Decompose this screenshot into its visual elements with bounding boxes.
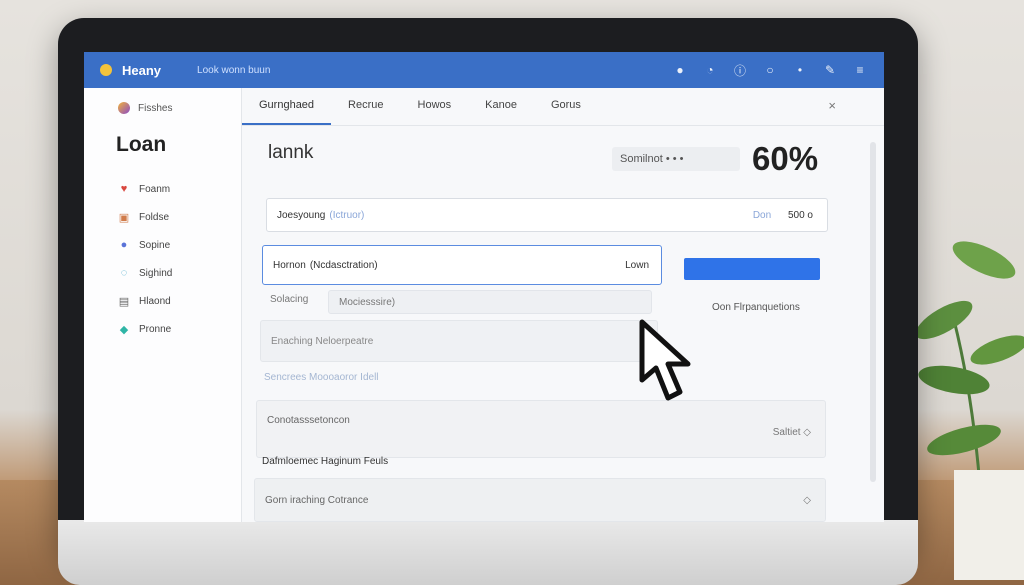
field-label: Joesyoung [277, 209, 326, 221]
gorn-panel[interactable]: Gorn iraching Cotrance ◇ [254, 478, 826, 522]
calendar-icon: ▣ [118, 211, 130, 224]
tab-bar: Gurnghaed Recrue Howos Kanoe Gorus × [242, 88, 884, 126]
progress-percentage: 60% [752, 140, 819, 177]
sidebar-item-label: Foldse [139, 211, 170, 223]
tab-gorus[interactable]: Gorus [534, 87, 598, 125]
title-bar: Heany Look wonn buun ● ◔ ⓘ ○ • ✎ ≡ [84, 52, 884, 88]
sidebar-top-label: Fisshes [138, 102, 173, 114]
sidebar-item-hlaond[interactable]: ▤ Hlaond [84, 287, 241, 315]
chat-icon[interactable]: ● [674, 63, 686, 77]
edit-icon[interactable]: ✎ [824, 63, 836, 77]
sidebar-item-label: Sopine [139, 239, 171, 251]
tab-howos[interactable]: Howos [401, 87, 469, 125]
solacing-label: Solacing [270, 294, 309, 305]
submit-chip[interactable]: Somilnot • • • [612, 147, 740, 171]
scrollbar[interactable] [870, 142, 876, 482]
field-hint: (Ncdasctration) [309, 259, 378, 271]
sidebar-item-foanm[interactable]: ♥ Foanm [84, 175, 241, 203]
field-right-value: 500 o [787, 209, 813, 221]
hornon-field[interactable]: Hornon (Ncdasctration) Lown [262, 245, 662, 285]
phone-icon: ◌ [120, 267, 128, 279]
sencrees-label: Sencrees Moooaoror Idell [264, 372, 379, 383]
clock-icon[interactable]: ◔ [704, 63, 716, 77]
primary-action-button[interactable] [684, 258, 820, 280]
more-icon[interactable]: • [794, 63, 806, 77]
tab-recrue[interactable]: Recrue [331, 87, 400, 125]
field-right: Lown [625, 259, 649, 271]
sidebar-item-label: Foanm [139, 183, 171, 195]
conotas-panel[interactable]: Conotasssetoncon Saltiet ◇ [256, 400, 826, 458]
sidebar-list: ♥ Foanm ▣ Foldse ● Sopine ◌ Sighind ▤ Hl… [84, 175, 241, 343]
globe-icon: ● [120, 239, 128, 251]
tab-kanoe[interactable]: Kanoe [468, 87, 534, 125]
info-icon[interactable]: ⓘ [734, 62, 746, 79]
monitor-chin [58, 520, 918, 585]
panel-right: Saltiet ◇ [772, 427, 811, 438]
field-label: Hornon [273, 259, 306, 271]
sidebar-item-foldse[interactable]: ▣ Foldse [84, 203, 241, 231]
panel-label: Conotasssetoncon [267, 415, 350, 426]
plant-decoration [914, 200, 1024, 581]
profile-icon [118, 102, 130, 114]
sidebar-title: Loan [116, 133, 167, 156]
field-right: Don 500 o [753, 210, 813, 221]
menu-icon[interactable]: ≡ [854, 63, 866, 77]
enaching-panel[interactable]: Enaching Neloerpeatre [260, 320, 658, 362]
joesyoung-field[interactable]: Joesyoung (Ictruor) Don 500 o [266, 198, 828, 232]
side-caption: Oon Flrpanquetions [712, 302, 800, 313]
close-icon[interactable]: × [828, 98, 836, 113]
app-window: Heany Look wonn buun ● ◔ ⓘ ○ • ✎ ≡ Fissh… [84, 52, 884, 522]
drop-icon: ◆ [119, 323, 129, 336]
title-search[interactable]: Look wonn buun [197, 65, 270, 76]
dafmloemec-label: Dafmloemec Haginum Feuls [262, 456, 389, 467]
page-title: lannk [268, 142, 314, 163]
mouse-cursor-icon [639, 319, 691, 401]
tab-gurnghaed[interactable]: Gurnghaed [242, 87, 332, 125]
sidebar-item-pronne[interactable]: ◆ Pronne [84, 315, 241, 343]
document-icon: ▤ [118, 295, 130, 308]
sidebar-header[interactable]: Fisshes [84, 88, 241, 114]
sidebar: Fisshes Loan ♥ Foanm ▣ Foldse ● Sopine ◌… [84, 88, 242, 522]
heart-icon: ♥ [120, 183, 128, 195]
titlebar-icons: ● ◔ ⓘ ○ • ✎ ≡ [674, 52, 866, 88]
app-name: Heany [122, 62, 162, 78]
field-right-label: Don [752, 209, 772, 221]
comment-icon[interactable]: ○ [764, 63, 776, 77]
sidebar-item-label: Pronne [139, 323, 172, 335]
sidebar-item-sopine[interactable]: ● Sopine [84, 231, 241, 259]
app-logo-icon [100, 64, 112, 76]
chevron-icon[interactable]: ◇ [803, 495, 811, 506]
solacing-input[interactable]: Mociesssire) [328, 290, 652, 314]
panel-label: Gorn iraching Cotrance [265, 494, 369, 506]
sidebar-item-label: Sighind [139, 267, 173, 279]
sidebar-item-sighind[interactable]: ◌ Sighind [84, 259, 241, 287]
field-hint: (Ictruor) [329, 209, 365, 221]
sidebar-item-label: Hlaond [139, 295, 171, 307]
